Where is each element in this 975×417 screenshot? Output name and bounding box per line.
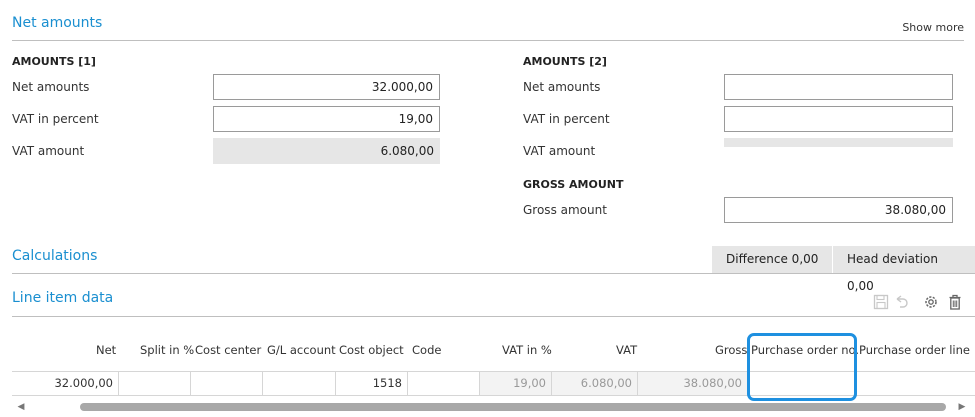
net-amounts-title: Net amounts bbox=[12, 15, 103, 31]
undo-icon[interactable] bbox=[893, 293, 909, 311]
net-amounts-divider bbox=[12, 40, 964, 41]
cell-cost-object[interactable]: 1518 bbox=[336, 372, 408, 395]
column-vat-pct[interactable]: VAT in % bbox=[502, 343, 552, 357]
gross-amount-input[interactable]: 38.080,00 bbox=[724, 197, 953, 223]
line-item-title: Line item data bbox=[12, 290, 114, 306]
column-split[interactable]: Split in % bbox=[140, 343, 194, 357]
amounts1-vat-amount-label: VAT amount bbox=[12, 144, 85, 158]
calculations-divider bbox=[12, 273, 975, 274]
cell-net[interactable]: 32.000,00 bbox=[12, 372, 119, 395]
cell-cost-center[interactable] bbox=[191, 372, 263, 395]
line-item-divider bbox=[12, 316, 975, 317]
amounts2-vat-pct-input[interactable] bbox=[724, 106, 953, 132]
column-cost-object[interactable]: Cost object bbox=[339, 343, 404, 357]
cell-po-line[interactable] bbox=[856, 372, 975, 395]
amounts1-title: AMOUNTS [1] bbox=[12, 55, 96, 68]
gear-icon[interactable] bbox=[923, 293, 939, 311]
gross-title: GROSS AMOUNT bbox=[523, 178, 624, 191]
amounts1-net-input[interactable]: 32.000,00 bbox=[213, 74, 440, 100]
cell-vat-pct: 19,00 bbox=[480, 372, 552, 395]
column-net[interactable]: Net bbox=[96, 343, 116, 357]
cell-code[interactable] bbox=[408, 372, 480, 395]
scroll-left-icon[interactable]: ◀ bbox=[16, 401, 26, 413]
scroll-right-icon[interactable]: ▶ bbox=[957, 401, 967, 413]
gross-amount-label: Gross amount bbox=[523, 203, 607, 217]
amounts2-vat-pct-label: VAT in percent bbox=[523, 112, 610, 126]
amounts1-vat-pct-input[interactable]: 19,00 bbox=[213, 106, 440, 132]
column-vat[interactable]: VAT bbox=[616, 343, 637, 357]
cell-gl-account[interactable] bbox=[263, 372, 336, 395]
save-icon[interactable] bbox=[873, 293, 889, 311]
cell-split[interactable] bbox=[119, 372, 191, 395]
scrollbar-thumb[interactable] bbox=[80, 403, 946, 411]
head-deviation-badge: Head deviation 0,00 bbox=[833, 246, 975, 293]
trash-icon[interactable] bbox=[947, 293, 963, 311]
amounts2-vat-amount-label: VAT amount bbox=[523, 144, 596, 158]
amounts1-vat-pct-label: VAT in percent bbox=[12, 112, 99, 126]
amounts1-net-label: Net amounts bbox=[12, 80, 90, 94]
amounts2-vat-amount-value bbox=[724, 138, 953, 147]
show-more-link[interactable]: Show more bbox=[902, 21, 964, 34]
column-cost-center[interactable]: Cost center bbox=[195, 343, 261, 357]
column-po-line[interactable]: Purchase order line bbox=[859, 343, 970, 357]
po-column-highlight bbox=[747, 333, 857, 401]
column-gl-account[interactable]: G/L account bbox=[267, 343, 336, 357]
difference-badge: Difference 0,00 bbox=[712, 246, 832, 273]
cell-vat: 6.080,00 bbox=[552, 372, 638, 395]
cell-gross: 38.080,00 bbox=[638, 372, 748, 395]
column-code[interactable]: Code bbox=[412, 343, 441, 357]
amounts1-vat-amount-value: 6.080,00 bbox=[213, 138, 440, 164]
calculations-title: Calculations bbox=[12, 248, 98, 264]
amounts2-title: AMOUNTS [2] bbox=[523, 55, 607, 68]
column-gross[interactable]: Gross bbox=[715, 343, 747, 357]
amounts2-net-label: Net amounts bbox=[523, 80, 601, 94]
amounts2-net-input[interactable] bbox=[724, 74, 953, 100]
